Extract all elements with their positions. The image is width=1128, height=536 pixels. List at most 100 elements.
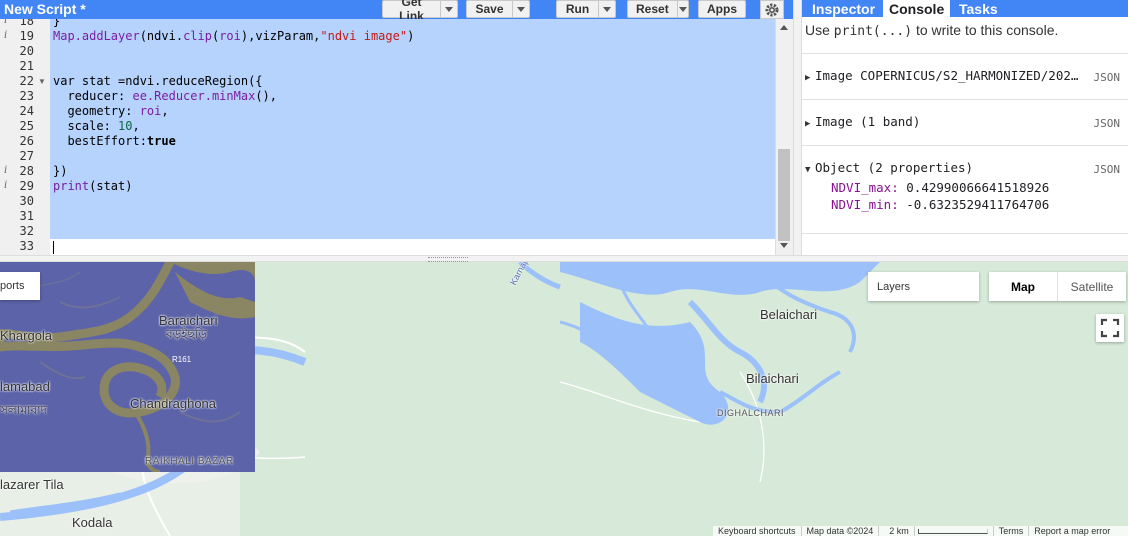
info-icon[interactable]: i (4, 165, 7, 176)
code-line: scale: 10, (53, 119, 140, 133)
code-editor[interactable]: 18 19 20 21 22 23 24 25 26 27 28 29 30 3… (0, 19, 793, 255)
info-icon[interactable]: i (4, 30, 7, 41)
map-type-control: Map Satellite (989, 272, 1126, 301)
text-cursor (53, 241, 54, 254)
line-gutter: 18 19 20 21 22 23 24 25 26 27 28 29 30 3… (0, 19, 50, 255)
report-error-link[interactable]: Report a map error (1029, 526, 1115, 536)
map-label: বড়ইছড়ি (166, 327, 207, 341)
line-number: 24 (19, 104, 34, 118)
layers-label: Layers (877, 280, 911, 293)
code-line: Map.addLayer(ndvi.clip(roi),vizParam,"nd… (53, 29, 415, 43)
code-selection (50, 19, 775, 239)
apps-button[interactable]: Apps (698, 0, 746, 18)
vertical-splitter[interactable] (793, 0, 802, 255)
property-row: NDVI_min: -0.6323529411764706 (831, 197, 1050, 212)
line-number: 30 (19, 194, 34, 208)
run-dropdown-icon[interactable] (598, 1, 615, 17)
map-label: Belaichari (760, 307, 818, 322)
road-badge: R161 (172, 355, 192, 364)
fullscreen-icon[interactable] (1096, 314, 1124, 342)
code-line: reducer: ee.Reducer.minMax(), (53, 89, 277, 103)
line-number: 22 (19, 74, 34, 88)
scrollbar-thumb[interactable] (778, 149, 790, 241)
console-panel: Inspector Console Tasks Use print(...) t… (802, 0, 1128, 255)
imports-label: ports (0, 280, 25, 292)
code-line: geometry: roi, (53, 104, 169, 118)
divider (802, 233, 1128, 234)
map-label: Kodala (72, 515, 113, 530)
code-current-line (50, 239, 775, 255)
code-line: }) (53, 164, 68, 178)
tab-console[interactable]: Console (883, 0, 951, 17)
script-title[interactable]: New Script * (4, 1, 86, 17)
map-footer: Keyboard shortcuts Map data ©2024 2 km T… (713, 526, 1128, 536)
collapse-arrow-icon[interactable]: ▼ (805, 165, 815, 175)
get-link-button[interactable]: Get Link (382, 0, 458, 23)
line-number: 25 (19, 119, 34, 133)
save-button[interactable]: Save (466, 0, 530, 18)
fold-arrow-icon[interactable]: ▼ (38, 77, 46, 86)
terms-link[interactable]: Terms (994, 526, 1030, 536)
run-button[interactable]: Run (556, 0, 616, 18)
console-entry[interactable]: ▼ Object (2 properties) (805, 160, 973, 175)
property-row: NDVI_max: 0.42990066641518926 (831, 180, 1050, 195)
line-number: 31 (19, 209, 34, 223)
map-label: সলামাবাদ (0, 403, 47, 417)
editor-toolbar: New Script * Get Link Save Run Reset App… (0, 0, 793, 23)
divider (802, 99, 1128, 100)
info-icon[interactable]: i (4, 180, 7, 191)
map-label: RAIKHALI BAZAR (145, 456, 234, 467)
map-label: Khargola (0, 328, 53, 343)
panel-tabs: Inspector Console Tasks (802, 0, 1128, 17)
horizontal-splitter[interactable] (0, 255, 1128, 262)
expand-arrow-icon[interactable]: ▶ (805, 73, 815, 83)
map-type-satellite-button[interactable]: Satellite (1058, 272, 1126, 301)
scale-bar (917, 529, 988, 535)
json-button[interactable]: JSON (1094, 163, 1121, 176)
divider (802, 53, 1128, 54)
json-button[interactable]: JSON (1094, 117, 1121, 130)
line-number: 20 (19, 44, 34, 58)
json-button[interactable]: JSON (1094, 71, 1121, 84)
scroll-down-icon[interactable] (780, 243, 788, 248)
scroll-up-icon[interactable] (780, 25, 788, 30)
line-number: 33 (19, 239, 34, 253)
keyboard-shortcuts-link[interactable]: Keyboard shortcuts (713, 526, 802, 536)
line-number: 26 (19, 134, 34, 148)
map-label: DIGHALCHARI (717, 408, 785, 418)
map-data-attribution: Map data ©2024 (802, 526, 880, 536)
line-number: 32 (19, 224, 34, 238)
divider (802, 145, 1128, 146)
info-icon[interactable]: i (4, 19, 7, 26)
layers-button[interactable]: Layers (868, 272, 979, 301)
reset-button[interactable]: Reset (627, 0, 689, 18)
console-entry[interactable]: ▶ Image (1 band) (805, 114, 920, 129)
scale-indicator: 2 km (879, 526, 994, 536)
imports-button[interactable]: ports (0, 272, 40, 300)
code-line: print(stat) (53, 179, 133, 193)
map-label: Bilaichari (746, 371, 799, 386)
expand-arrow-icon[interactable]: ▶ (805, 119, 815, 129)
map-view[interactable]: Khargola Baraichari বড়ইছড়ি R161 lamaba… (0, 262, 1128, 536)
save-dropdown-icon[interactable] (512, 1, 529, 17)
line-number: 21 (19, 59, 34, 73)
gear-icon[interactable] (760, 0, 784, 19)
code-line: } (53, 19, 61, 28)
reset-dropdown-icon[interactable] (676, 1, 688, 17)
get-link-dropdown-icon[interactable] (440, 1, 457, 17)
line-number: 27 (19, 149, 34, 163)
editor-scrollbar[interactable] (775, 19, 793, 255)
map-label: lamabad (0, 379, 50, 394)
tab-tasks[interactable]: Tasks (953, 0, 1004, 17)
line-number: 23 (19, 89, 34, 103)
map-type-map-button[interactable]: Map (989, 272, 1058, 301)
code-line: var stat =ndvi.reduceRegion({ (53, 74, 263, 88)
tab-inspector[interactable]: Inspector (806, 0, 881, 17)
map-label: Chandraghona (130, 396, 217, 411)
console-entry[interactable]: ▶ Image COPERNICUS/S2_HARMONIZED/202… (805, 68, 1078, 83)
save-label: Save (475, 2, 504, 16)
code-line: bestEffort:true (53, 134, 176, 148)
console-hint: Use print(...) to write to this console. (805, 22, 1059, 39)
map-label: lazarer Tila (0, 477, 64, 492)
apps-label: Apps (707, 2, 737, 16)
